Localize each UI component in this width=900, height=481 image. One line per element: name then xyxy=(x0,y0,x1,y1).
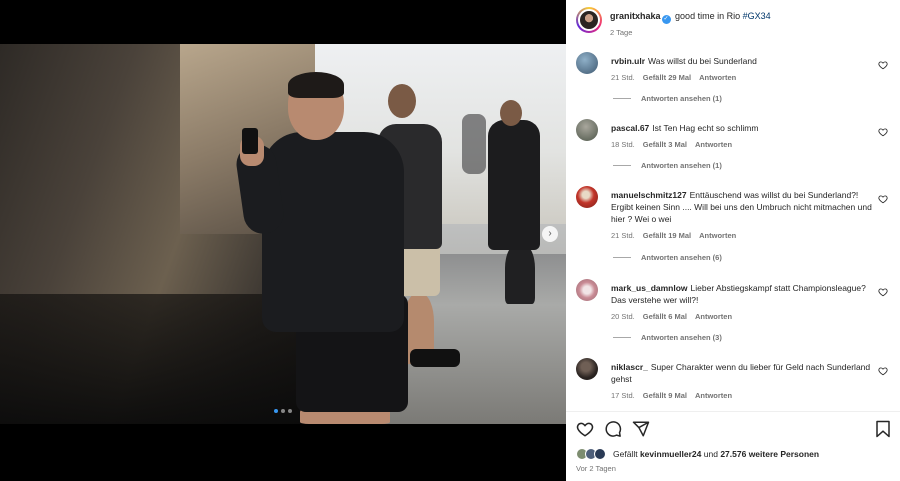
carousel-indicator xyxy=(274,409,292,413)
comment-avatar[interactable] xyxy=(576,119,598,141)
post-age: 2 Tage xyxy=(610,28,633,37)
comment-likes[interactable]: Gefällt 9 Mal xyxy=(643,391,687,400)
comment-avatar[interactable] xyxy=(576,358,598,380)
comment-time: 20 Std. xyxy=(611,312,635,321)
carousel-dot xyxy=(281,409,285,413)
likes-connector: und xyxy=(703,449,718,459)
comment-time: 21 Std. xyxy=(611,73,635,82)
next-slide-button[interactable]: › xyxy=(542,226,558,242)
heart-icon[interactable] xyxy=(878,366,888,376)
instagram-post-view: › granitxhaka ✓ good time in Rio #GX34 2 … xyxy=(0,0,900,481)
comment-likes[interactable]: Gefällt 6 Mal xyxy=(643,312,687,321)
comment-reply-button[interactable]: Antworten xyxy=(699,231,736,240)
comment-username[interactable]: rvbin.ulr xyxy=(611,56,645,66)
comment-likes[interactable]: Gefällt 29 Mal xyxy=(643,73,691,82)
view-replies-button[interactable]: Antworten ansehen (1) xyxy=(613,161,722,170)
author-avatar[interactable] xyxy=(576,7,602,33)
comment-text: Super Charakter wenn du lieber für Geld … xyxy=(611,362,871,384)
post-side-panel: granitxhaka ✓ good time in Rio #GX34 2 Ta… xyxy=(566,0,900,481)
heart-icon[interactable] xyxy=(878,194,888,204)
comment-reply-button[interactable]: Antworten xyxy=(695,140,732,149)
comment-reply-button[interactable]: Antworten xyxy=(695,391,732,400)
carousel-dot xyxy=(288,409,292,413)
comment-avatar[interactable] xyxy=(576,186,598,208)
heart-icon[interactable] xyxy=(576,420,594,438)
heart-icon[interactable] xyxy=(878,287,888,297)
share-icon[interactable] xyxy=(632,420,650,438)
post-date: Vor 2 Tagen xyxy=(576,464,616,473)
comment-likes[interactable]: Gefällt 19 Mal xyxy=(643,231,691,240)
verified-badge-icon: ✓ xyxy=(661,15,671,24)
comment-username[interactable]: pascal.67 xyxy=(611,123,649,133)
liker-avatars xyxy=(576,448,610,460)
comment-avatar[interactable] xyxy=(576,52,598,74)
comment-time: 21 Std. xyxy=(611,231,635,240)
actions-divider xyxy=(566,411,900,412)
bookmark-icon[interactable] xyxy=(874,420,892,438)
author-username[interactable]: granitxhaka xyxy=(610,11,661,21)
comment-icon[interactable] xyxy=(604,420,622,438)
comment-username[interactable]: mark_us_damnlow xyxy=(611,283,688,293)
carousel-dot-active xyxy=(274,409,278,413)
post-photo[interactable] xyxy=(0,44,566,424)
comment-time: 17 Std. xyxy=(611,391,635,400)
caption-text: good time in Rio xyxy=(675,11,741,21)
post-actions-bar xyxy=(576,420,890,440)
comment-reply-button[interactable]: Antworten xyxy=(695,312,732,321)
view-replies-button[interactable]: Antworten ansehen (6) xyxy=(613,253,722,262)
comment-avatar[interactable] xyxy=(576,279,598,301)
comment-text: Ist Ten Hag echt so schlimm xyxy=(652,123,759,133)
comment-username[interactable]: manuelschmitz127 xyxy=(611,190,687,200)
chevron-right-icon: › xyxy=(548,228,552,239)
comment-text: Was willst du bei Sunderland xyxy=(648,56,757,66)
media-pane: › xyxy=(0,0,566,481)
comment-reply-button[interactable]: Antworten xyxy=(699,73,736,82)
caption-hashtag[interactable]: #GX34 xyxy=(743,11,771,21)
likes-summary: Gefällt kevinmueller24 und 27.576 weiter… xyxy=(576,448,819,460)
comment-username[interactable]: niklascr_ xyxy=(611,362,648,372)
comment-time: 18 Std. xyxy=(611,140,635,149)
heart-icon[interactable] xyxy=(878,127,888,137)
view-replies-button[interactable]: Antworten ansehen (1) xyxy=(613,94,722,103)
likes-username[interactable]: kevinmueller24 xyxy=(640,449,701,459)
view-replies-button[interactable]: Antworten ansehen (3) xyxy=(613,333,722,342)
heart-icon[interactable] xyxy=(878,60,888,70)
likes-prefix: Gefällt xyxy=(613,449,638,459)
likes-others[interactable]: 27.576 weitere Personen xyxy=(720,449,819,459)
comment-likes[interactable]: Gefällt 3 Mal xyxy=(643,140,687,149)
post-caption: granitxhaka ✓ good time in Rio #GX34 2 Ta… xyxy=(576,7,771,37)
